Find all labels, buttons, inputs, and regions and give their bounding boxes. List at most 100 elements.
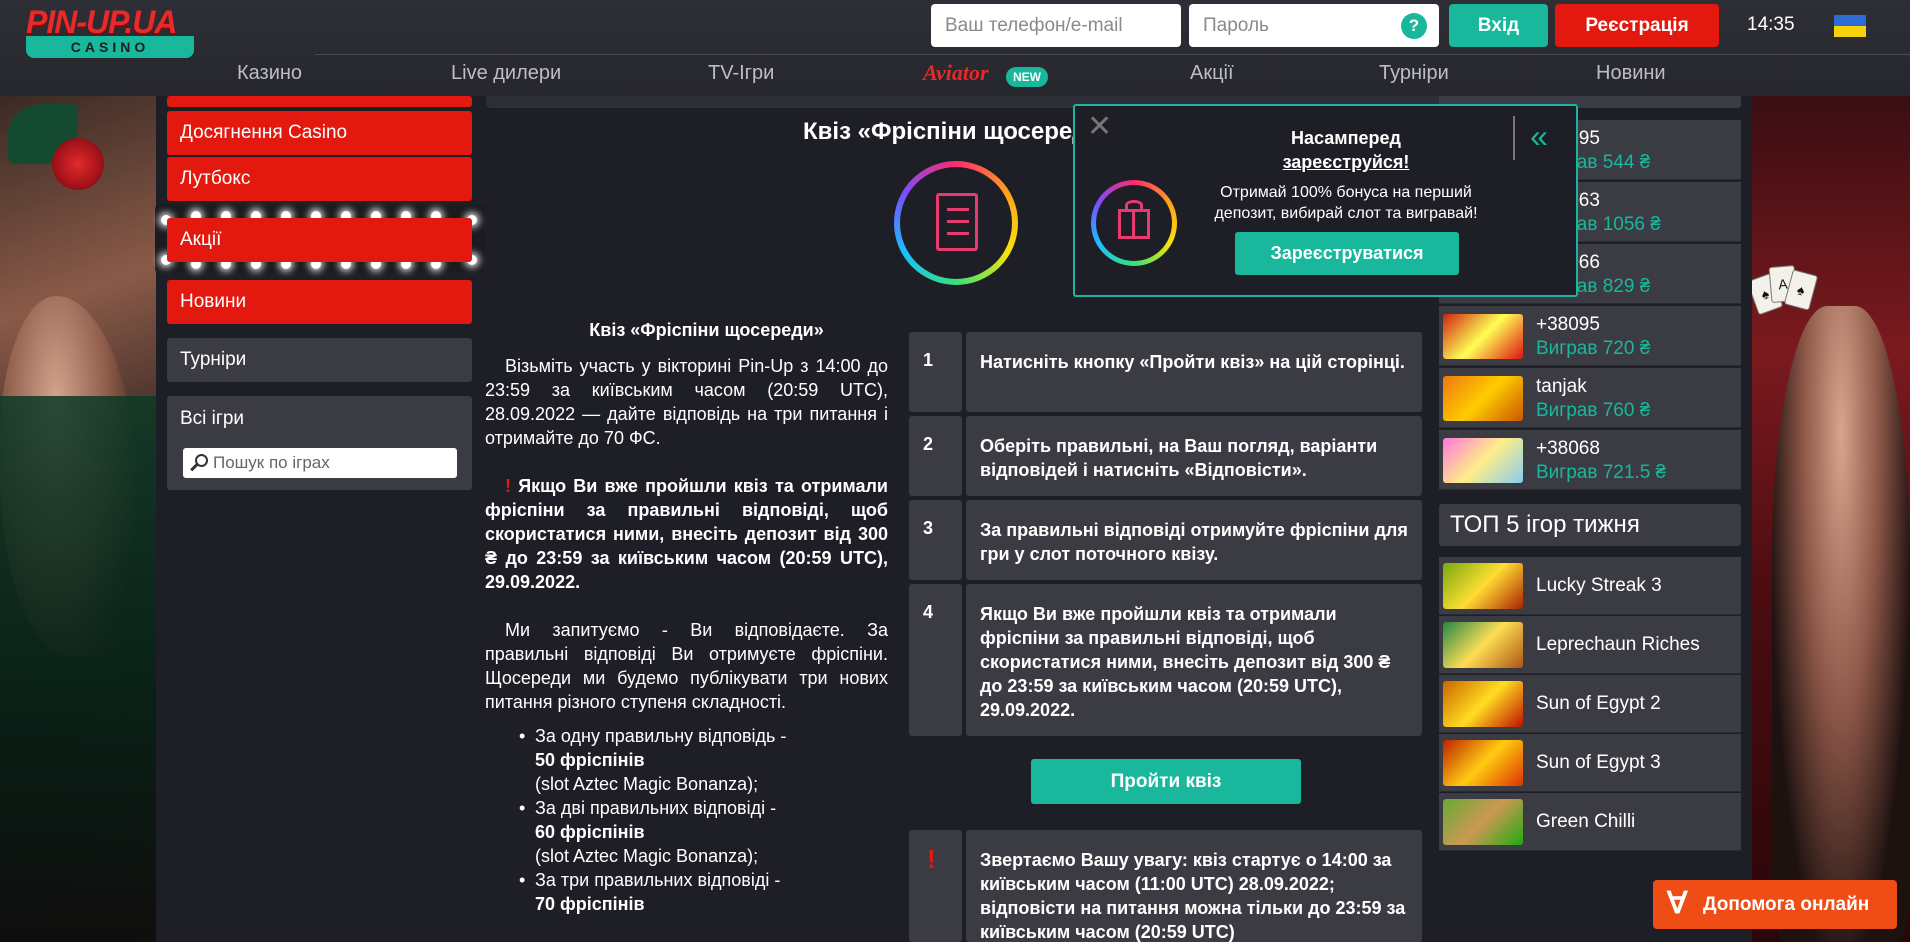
collapse-chevron-icon[interactable]: «: [1513, 116, 1563, 160]
winner-row[interactable]: +38068 Виграв 721.5 ₴: [1439, 430, 1741, 490]
step-row: 3 За правильні відповіді отримуйте фрісп…: [909, 500, 1422, 580]
nav-casino[interactable]: Казино: [237, 62, 302, 85]
nav-promotions[interactable]: Акції: [1190, 62, 1234, 85]
game-thumbnail: [1443, 622, 1523, 668]
step-text: Якщо Ви вже пройшли квіз та отримали фрі…: [966, 584, 1422, 736]
article-warning-text: Якщо Ви вже пройшли квіз та отримали фрі…: [485, 476, 888, 592]
reward-list: За одну правильну відповідь -50 фріспіні…: [519, 724, 888, 916]
sidebar-item-promotions[interactable]: Акції: [167, 218, 472, 262]
winner-row[interactable]: +38095 Виграв 720 ₴: [1439, 306, 1741, 366]
step-text: Оберіть правильні, на Ваш погляд, варіан…: [966, 416, 1422, 496]
sidebar-item-tournaments[interactable]: Турніри: [167, 338, 472, 382]
sidebar-item-lootbox[interactable]: Лутбокс: [167, 157, 472, 201]
phone-email-input[interactable]: [931, 4, 1181, 47]
popup-register-link[interactable]: зареєструйся!: [1195, 152, 1497, 173]
nav-aviator[interactable]: Aviator: [923, 60, 989, 86]
winner-name: +38095: [1536, 314, 1600, 335]
close-icon[interactable]: ✕: [1087, 112, 1112, 142]
register-button[interactable]: Реєстрація: [1555, 4, 1719, 47]
article-warning: ! Якщо Ви вже пройшли квіз та отримали ф…: [485, 474, 888, 594]
list-item: За одну правильну відповідь -50 фріспіні…: [519, 724, 888, 796]
game-name: Sun of Egypt 3: [1536, 752, 1661, 773]
nav-news[interactable]: Новини: [1596, 62, 1666, 85]
winner-row[interactable]: tanjak Виграв 760 ₴: [1439, 368, 1741, 428]
article-intro: Візьміть участь у вікторині Pin-Up з 14:…: [485, 356, 888, 448]
step-number: 1: [909, 332, 962, 412]
game-name: Leprechaun Riches: [1536, 634, 1700, 655]
game-name: Lucky Streak 3: [1536, 575, 1662, 596]
step-row: 4 Якщо Ви вже пройшли квіз та отримали ф…: [909, 584, 1422, 736]
dress-decoration: [0, 396, 156, 942]
nav-tournaments[interactable]: Турніри: [1379, 62, 1449, 85]
step-row: 2 Оберіть правильні, на Ваш погляд, варі…: [909, 416, 1422, 496]
list-item: За три правильних відповіді -70 фріспіні…: [519, 868, 888, 916]
step-number: 2: [909, 416, 962, 496]
nav-tv-games[interactable]: TV-Ігри: [708, 62, 774, 85]
warning-icon: !: [909, 830, 962, 942]
slot-thumbnail: [1443, 376, 1523, 421]
notice-text: Звертаємо Вашу увагу: квіз стартує о 14:…: [966, 830, 1422, 942]
chat-icon: ∀: [1667, 887, 1688, 920]
winner-amount: Виграв 721.5 ₴: [1536, 462, 1667, 483]
slot-thumbnail: [1443, 314, 1523, 359]
right-side-banner: ♠ A ♠: [1746, 96, 1910, 942]
nav-live-dealers[interactable]: Live дилери: [451, 62, 561, 85]
password-help-icon[interactable]: ?: [1401, 13, 1427, 39]
site-logo[interactable]: PIN-UP.UA CASINO: [26, 4, 196, 62]
step-text: Натисніть кнопку «Пройти квіз» на цій ст…: [966, 332, 1422, 412]
game-name: Sun of Egypt 2: [1536, 693, 1661, 714]
list-item: За дві правильних відповіді -60 фріспіні…: [519, 796, 888, 868]
popup-text: Отримай 100% бонуса на перший депозит, в…: [1214, 184, 1478, 222]
winner-amount: Виграв 720 ₴: [1536, 338, 1651, 359]
register-promo-popup: ✕ « Насамперед зареєструйся! Отримай 100…: [1073, 104, 1578, 297]
winner-name: +38068: [1536, 438, 1600, 459]
help-online-button[interactable]: ∀ Допомога онлайн: [1653, 880, 1897, 929]
top-game-row[interactable]: Sun of Egypt 3: [1439, 734, 1741, 792]
top-game-row[interactable]: Green Chilli: [1439, 793, 1741, 851]
sidebar-item-news[interactable]: Новини: [167, 280, 472, 324]
game-thumbnail: [1443, 563, 1523, 609]
nav-divider: [315, 54, 1910, 55]
step-text: За правильні відповіді отримуйте фріспін…: [966, 500, 1422, 580]
checklist-icon: [936, 193, 978, 251]
winner-amount: Виграв 760 ₴: [1536, 400, 1651, 421]
top-game-row[interactable]: Lucky Streak 3: [1439, 557, 1741, 615]
popup-heading: Насамперед: [1291, 128, 1401, 148]
game-name: Green Chilli: [1536, 811, 1636, 832]
game-thumbnail: [1443, 681, 1523, 727]
page-title-wrap: Квіз «Фріспіни щосереди»: [620, 118, 1075, 152]
popup-register-button[interactable]: Зареєструватися: [1235, 232, 1459, 275]
article-heading: Квіз «Фріспіни щосереди»: [589, 320, 824, 340]
winner-name: tanjak: [1536, 376, 1587, 397]
step-row: 1 Натисніть кнопку «Пройти квіз» на цій …: [909, 332, 1422, 412]
login-button[interactable]: Вхід: [1449, 4, 1548, 47]
warning-icon: !: [505, 476, 511, 496]
page-title: Квіз «Фріспіни щосереди»: [803, 118, 1075, 145]
top-game-row[interactable]: Sun of Egypt 2: [1439, 675, 1741, 733]
game-search-input[interactable]: [213, 448, 453, 478]
ukraine-flag-icon[interactable]: [1834, 15, 1866, 37]
slot-thumbnail: [1443, 438, 1523, 483]
left-side-banner: [0, 96, 156, 942]
step-number: 3: [909, 500, 962, 580]
sidebar-item-achievements[interactable]: Досягнення Casino: [167, 111, 472, 155]
gift-icon: [1118, 200, 1150, 239]
game-thumbnail: [1443, 799, 1523, 845]
rose-decoration: [52, 138, 104, 190]
game-search[interactable]: [183, 448, 457, 478]
top-game-row[interactable]: Leprechaun Riches: [1439, 616, 1741, 674]
quiz-badge: [894, 161, 1018, 285]
logo-text: PIN-UP.UA: [26, 4, 177, 40]
clock: 14:35: [1747, 14, 1795, 35]
quiz-description: Квіз «Фріспіни щосереди» Візьміть участь…: [485, 318, 888, 916]
article-rules: Ми запитуємо - Ви відповідаєте. За прави…: [485, 620, 888, 712]
game-thumbnail: [1443, 740, 1523, 786]
notice-row: ! Звертаємо Вашу увагу: квіз стартує о 1…: [909, 830, 1422, 942]
take-quiz-button[interactable]: Пройти квіз: [1031, 759, 1301, 804]
help-online-label: Допомога онлайн: [1703, 894, 1870, 915]
all-games-title[interactable]: Всі ігри: [180, 408, 244, 430]
search-icon: [189, 453, 209, 473]
model-figure: [1772, 306, 1910, 942]
new-badge: NEW: [1006, 67, 1048, 87]
all-games-panel: Всі ігри: [167, 396, 472, 490]
